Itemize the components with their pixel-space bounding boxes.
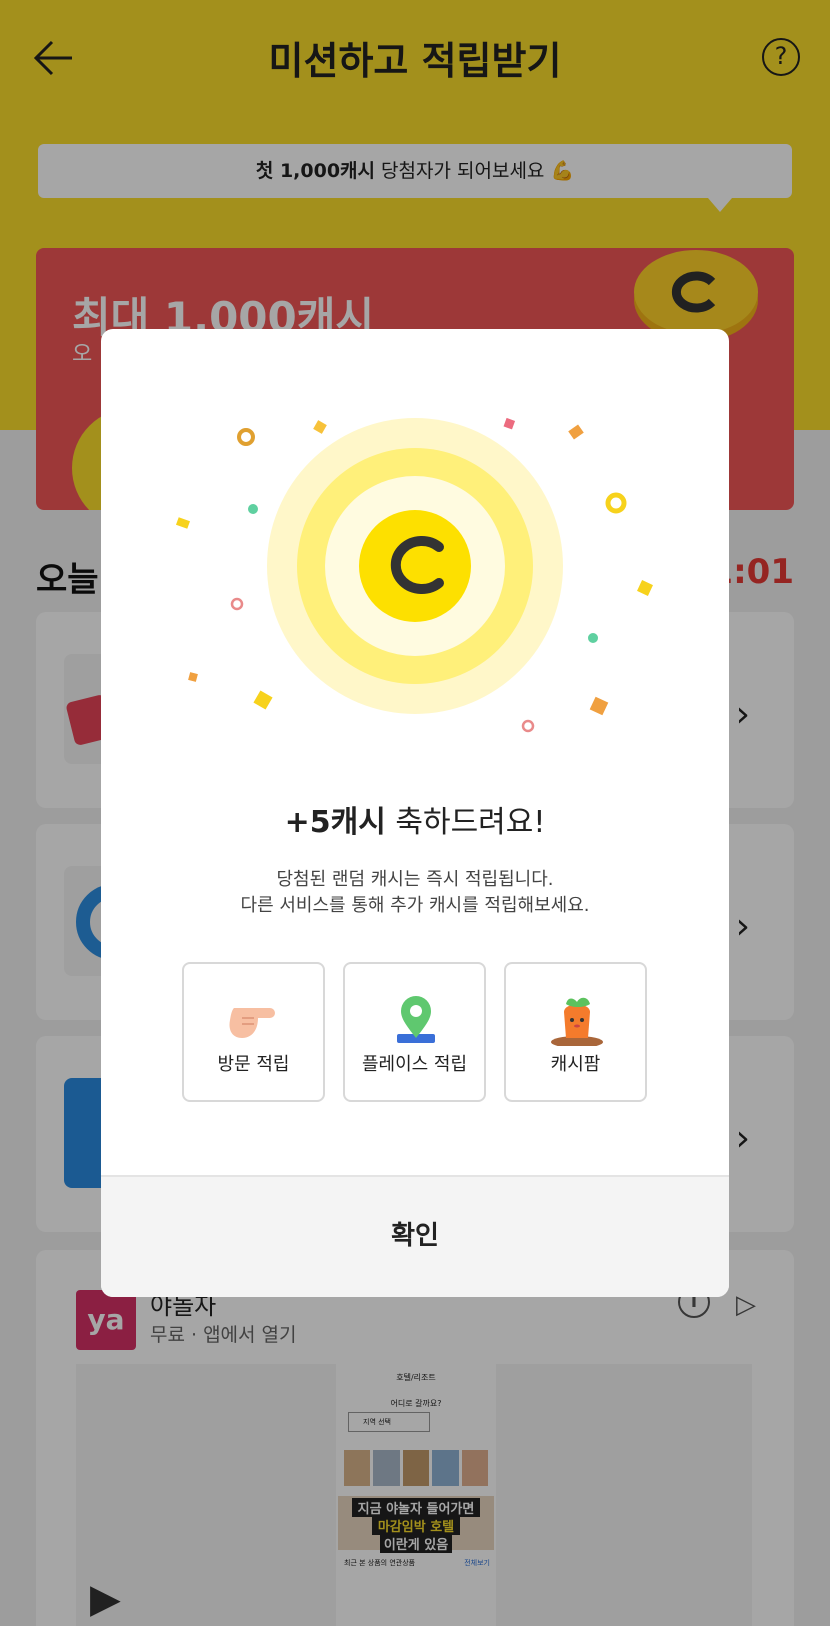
pointing-hand-icon <box>229 1008 275 1038</box>
map-pin-icon <box>397 996 435 1043</box>
option-label: 플레이스 적립 <box>361 1054 468 1075</box>
reward-amount: +5캐시 <box>284 805 386 840</box>
option-label: 캐시팜 <box>550 1054 601 1075</box>
reward-title: +5캐시 축하드려요! <box>101 797 729 841</box>
reward-options: 방문 적립 플레이스 적립 캐시팜 <box>182 962 650 1106</box>
visit-reward-button[interactable]: 방문 적립 <box>182 962 325 1102</box>
carrot-icon <box>551 997 603 1046</box>
reward-modal: +5캐시 축하드려요! 당첨된 랜덤 캐시는 즉시 적립됩니다. 다른 서비스를… <box>101 329 729 1297</box>
reward-description-line: 당첨된 랜덤 캐시는 즉시 적립됩니다. <box>276 869 554 890</box>
reward-congrats: 축하드려요! <box>385 805 546 840</box>
reward-description-line: 다른 서비스를 통해 추가 캐시를 적립해보세요. <box>240 895 590 916</box>
confirm-button[interactable]: 확인 <box>101 1175 729 1297</box>
cash-farm-button[interactable]: 캐시팜 <box>504 962 647 1102</box>
cash-celebration-illustration <box>175 417 653 733</box>
option-label: 방문 적립 <box>217 1054 290 1075</box>
place-reward-button[interactable]: 플레이스 적립 <box>343 962 486 1102</box>
